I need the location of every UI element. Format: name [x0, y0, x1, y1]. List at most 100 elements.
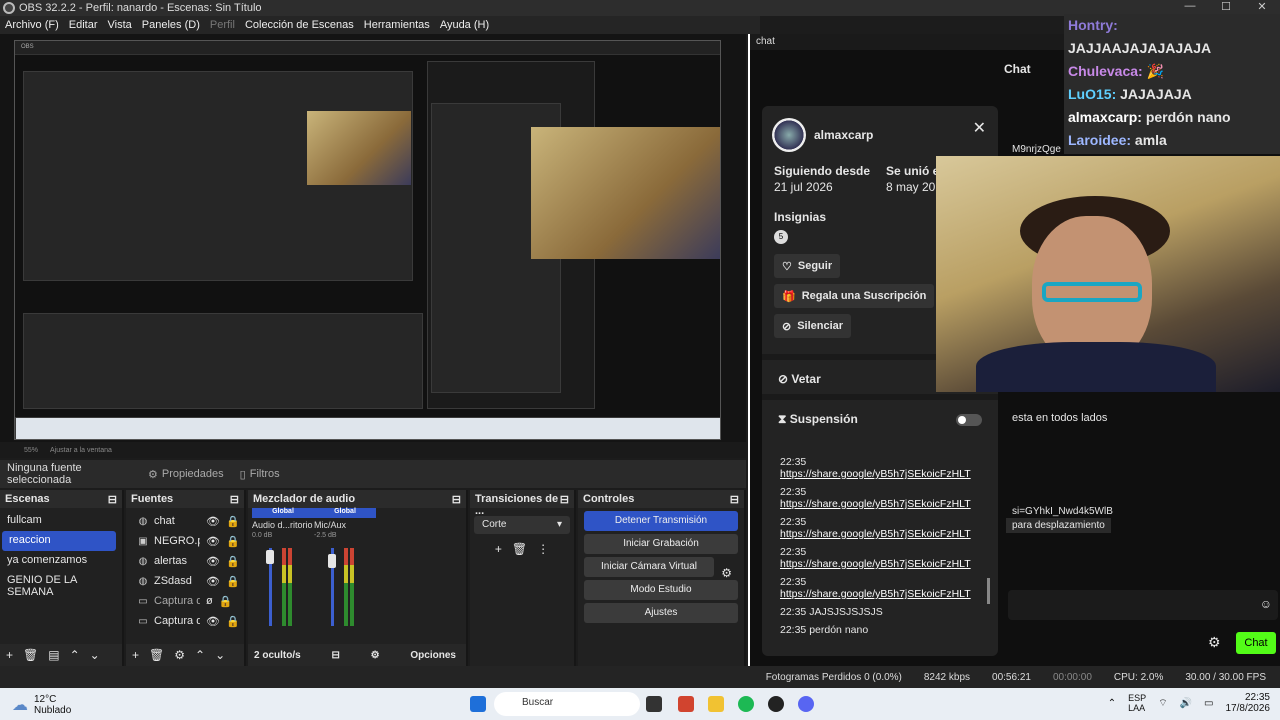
message-link[interactable]: https://share.google/yB5h7jSEkoicFzHLT [780, 528, 971, 540]
lock-icon[interactable]: 🔒 [226, 535, 240, 548]
dock-float-icon[interactable]: ⊟ [230, 493, 239, 506]
mixer-advanced-icon[interactable]: ⚙ [371, 650, 380, 661]
suspension-toggle[interactable] [956, 414, 982, 426]
eye-icon[interactable]: 👁 [206, 535, 220, 548]
virtual-cam-settings-icon[interactable]: ⚙ [721, 566, 732, 580]
properties-button[interactable]: ⚙ Propiedades [140, 465, 232, 484]
eye-icon[interactable]: 👁 [206, 515, 220, 528]
chat-settings-icon[interactable]: ⚙ [1208, 634, 1221, 651]
silence-button[interactable]: ⊘ Silenciar [774, 314, 852, 338]
gift-sub-button[interactable]: 🎁 Regala una Suscripción [774, 284, 935, 308]
folder-icon[interactable] [708, 696, 724, 712]
brave-icon[interactable] [678, 696, 694, 712]
suspension-section: ⧗ Suspensión [762, 394, 998, 434]
message-link[interactable]: https://share.google/yB5h7jSEkoicFzHLT [780, 558, 971, 570]
eye-icon[interactable]: 👁 [206, 615, 220, 628]
source-settings-icon[interactable]: ⚙ [174, 648, 185, 662]
move-down-icon[interactable]: ⌄ [215, 648, 225, 662]
source-item-captura-ventana[interactable]: ▭ Captura de ventana ø 🔒 [126, 591, 244, 611]
more-icon[interactable]: ⋮ [537, 542, 549, 556]
move-up-icon[interactable]: ⌃ [195, 648, 205, 662]
dock-float-icon[interactable]: ⊟ [560, 493, 569, 506]
menu-archivo[interactable]: Archivo (F) [0, 19, 64, 31]
transition-select[interactable]: Corte ▾ [474, 516, 570, 534]
menu-perfil[interactable]: Perfil [205, 19, 240, 31]
eye-icon[interactable]: 👁 [206, 555, 220, 568]
battery-icon[interactable]: ▭ [1204, 698, 1213, 709]
mixer-layout-icon[interactable]: ⊟ [331, 650, 339, 661]
task-view-icon[interactable] [646, 696, 662, 712]
dock-float-icon[interactable]: ⊟ [108, 493, 117, 506]
mixer-channel-desktop: Global Audio d...ritorio 0.0 dB [252, 508, 314, 640]
remove-scene-icon[interactable]: 🗑 [23, 648, 38, 662]
clock-time[interactable]: 22:35 [1245, 692, 1270, 703]
settings-button[interactable]: Ajustes [584, 603, 738, 623]
move-up-icon[interactable]: ⌃ [70, 648, 80, 662]
dock-float-icon[interactable]: ⊟ [730, 493, 739, 506]
chat-send-button[interactable]: Chat [1236, 632, 1276, 654]
scrollbar[interactable] [987, 578, 990, 604]
chat-input[interactable]: ☺ [1008, 590, 1278, 620]
speaker-icon[interactable]: 🔊 [1180, 698, 1192, 709]
zoom-level[interactable]: 55% [24, 447, 38, 454]
menu-ayuda[interactable]: Ayuda (H) [435, 19, 494, 31]
add-scene-icon[interactable]: + [6, 648, 13, 662]
scene-item-reaccion[interactable]: reaccion [2, 531, 116, 551]
source-item-alertas[interactable]: ◍ alertas 👁 🔒 [126, 551, 244, 571]
zoom-fit[interactable]: Ajustar a la ventana [50, 447, 112, 454]
hidden-count[interactable]: 2 oculto/s [254, 650, 301, 661]
menu-vista[interactable]: Vista [103, 19, 137, 31]
menu-editar[interactable]: Editar [64, 19, 103, 31]
start-recording-button[interactable]: Iniciar Grabación [584, 534, 738, 554]
menu-coleccion-escenas[interactable]: Colección de Escenas [240, 19, 359, 31]
emoji-icon[interactable]: ☺ [1260, 597, 1272, 611]
lock-icon[interactable]: 🔒 [226, 515, 240, 528]
lock-icon[interactable]: 🔒 [219, 595, 233, 608]
start-virtual-cam-button[interactable]: Iniciar Cámara Virtual [584, 557, 714, 577]
dock-float-icon[interactable]: ⊟ [452, 493, 461, 506]
remove-source-icon[interactable]: 🗑 [149, 648, 164, 662]
menu-herramientas[interactable]: Herramientas [359, 19, 435, 31]
obs-icon[interactable] [768, 696, 784, 712]
studio-mode-button[interactable]: Modo Estudio [584, 580, 738, 600]
preview-area[interactable]: OBS [0, 34, 746, 442]
message-link[interactable]: https://share.google/yB5h7jSEkoicFzHLT [780, 498, 971, 510]
lang-primary[interactable]: ESP [1128, 693, 1146, 703]
close-icon[interactable]: ✕ [973, 118, 986, 138]
lock-icon[interactable]: 🔒 [226, 555, 240, 568]
mixer-options-button[interactable]: Opciones [410, 650, 456, 661]
message-link[interactable]: https://share.google/yB5h7jSEkoicFzHLT [780, 468, 971, 480]
volume-knob[interactable] [328, 554, 336, 568]
scene-item-fullcam[interactable]: fullcam [0, 511, 122, 531]
weather-widget[interactable]: ☁ 12°C Nublado [12, 694, 71, 716]
move-down-icon[interactable]: ⌄ [90, 648, 100, 662]
eye-off-icon[interactable]: ø [206, 595, 213, 607]
follow-button[interactable]: ♡ Seguir [774, 254, 841, 278]
display-capture-icon: ▭ [138, 615, 148, 627]
filters-button[interactable]: ▯ Filtros [232, 465, 288, 484]
source-item-zsdasd[interactable]: ◍ ZSdasd 👁 🔒 [126, 571, 244, 591]
add-source-icon[interactable]: + [132, 648, 139, 662]
trash-icon[interactable]: 🗑 [512, 542, 527, 556]
source-item-negro[interactable]: ▣ NEGRO.png 👁 🔒 [126, 531, 244, 551]
scene-item-genio[interactable]: GENIO DE LA SEMANA [0, 571, 122, 598]
message-link[interactable]: https://share.google/yB5h7jSEkoicFzHLT [780, 588, 971, 600]
eye-icon[interactable]: 👁 [206, 575, 220, 588]
taskbar-search[interactable]: Buscar [494, 692, 640, 716]
scene-filters-icon[interactable]: ▤ [48, 648, 59, 662]
spotify-icon[interactable] [738, 696, 754, 712]
chevron-up-icon[interactable]: ⌃ [1108, 698, 1116, 709]
source-item-captura-pantalla[interactable]: ▭ Captura de pantalla 👁 🔒 [126, 611, 244, 631]
lock-icon[interactable]: 🔒 [226, 615, 240, 628]
lock-icon[interactable]: 🔒 [226, 575, 240, 588]
wifi-icon[interactable]: ⌔ [1158, 697, 1167, 710]
add-icon[interactable]: + [495, 542, 502, 556]
scene-item-ya-comenzamos[interactable]: ya comenzamos [0, 551, 122, 571]
source-item-chat[interactable]: ◍ chat 👁 🔒 [126, 511, 244, 531]
stop-stream-button[interactable]: Detener Transmisión [584, 511, 738, 531]
start-icon[interactable] [470, 696, 486, 712]
discord-icon[interactable] [798, 696, 814, 712]
menu-paneles[interactable]: Paneles (D) [137, 19, 205, 31]
volume-knob[interactable] [266, 550, 274, 564]
preview-canvas[interactable]: OBS [14, 40, 721, 440]
